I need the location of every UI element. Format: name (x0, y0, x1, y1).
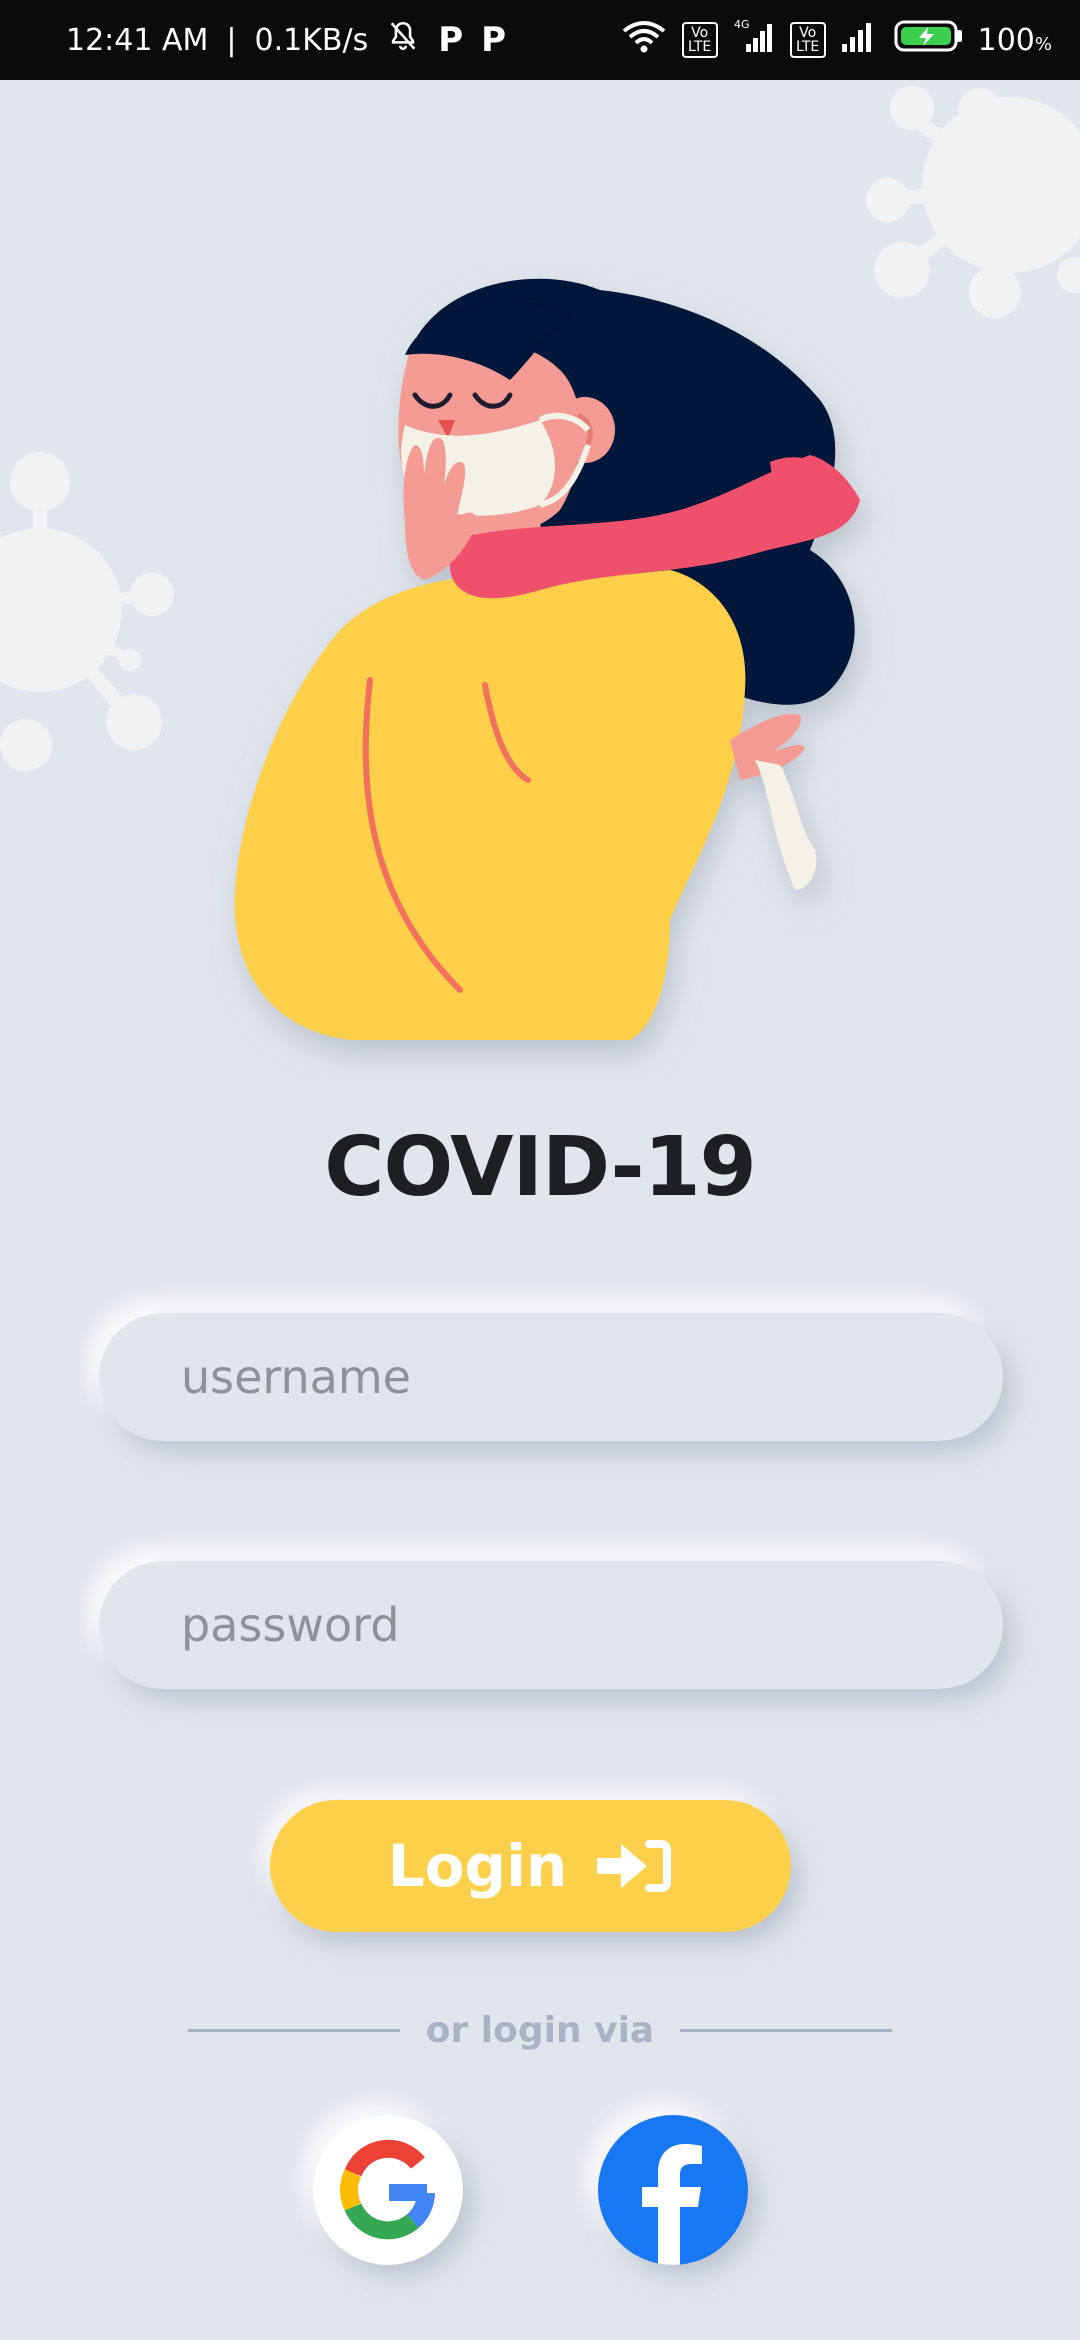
password-field (99, 1561, 1003, 1689)
username-input[interactable] (99, 1313, 1003, 1441)
username-field (99, 1313, 1003, 1441)
alt-login-divider: or login via (188, 2000, 892, 2060)
status-right: Vo LTE 4G Vo LTE 100% (620, 0, 1052, 80)
app-title: COVID-19 (324, 1120, 756, 1215)
google-login-button[interactable] (313, 2115, 463, 2265)
status-network-speed: 0.1KB/s (254, 22, 369, 58)
signal-4g-icon: 4G (732, 16, 776, 64)
virus-decoration-left (0, 452, 174, 771)
network-tech-label: 4G (734, 18, 750, 31)
divider-line-right (680, 2028, 892, 2032)
password-input[interactable] (99, 1561, 1003, 1689)
battery-charging-icon (894, 18, 964, 62)
status-time: 12:41 AM (66, 22, 209, 58)
battery-percent: 100% (977, 22, 1052, 58)
divider-line-left (188, 2028, 400, 2032)
woman-with-mask-illustration (234, 278, 860, 1040)
status-left: 12:41 AM | 0.1KB/s P P (66, 0, 506, 80)
wifi-icon (620, 19, 668, 61)
status-separator: | (226, 22, 237, 58)
facebook-icon (642, 2144, 702, 2265)
volte-badge: Vo LTE (681, 22, 718, 58)
facebook-login-button[interactable] (598, 2115, 748, 2265)
parking-icon: P (481, 20, 507, 60)
volte-badge: Vo LTE (789, 22, 826, 58)
divider-text: or login via (425, 2009, 655, 2051)
parking-icon: P (438, 20, 464, 60)
google-icon (340, 2139, 435, 2240)
bell-off-icon (386, 19, 420, 61)
login-button[interactable]: Login (270, 1800, 791, 1932)
signal-icon (840, 18, 880, 62)
login-button-label: Login (387, 1832, 568, 1900)
status-bar: 12:41 AM | 0.1KB/s P P Vo LTE 4G Vo LTE … (0, 0, 1080, 80)
sign-in-icon (593, 1838, 673, 1894)
